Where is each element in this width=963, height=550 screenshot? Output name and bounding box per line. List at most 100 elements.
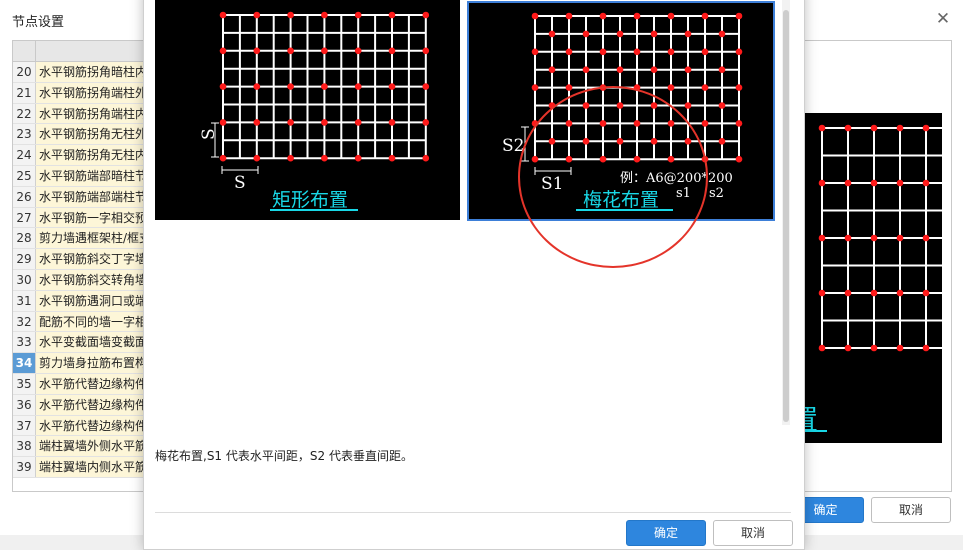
scrollbar-thumb[interactable] bbox=[783, 10, 789, 422]
tie-dot bbox=[548, 102, 556, 109]
tie-dot bbox=[548, 138, 556, 145]
tie-dot bbox=[718, 30, 726, 38]
row-label: 水平钢筋遇洞口或端 bbox=[36, 290, 153, 311]
table-row[interactable]: 25 水平钢筋端部暗柱节 bbox=[13, 165, 153, 187]
tie-dot bbox=[844, 289, 852, 297]
tie-dot bbox=[870, 179, 878, 187]
row-label: 水平钢筋拐角端柱外 bbox=[36, 82, 153, 103]
table-row[interactable]: 22 水平钢筋拐角端柱内 bbox=[13, 103, 153, 125]
tie-dot bbox=[321, 119, 328, 126]
table-row[interactable]: 34 剪力墙身拉筋布置构 bbox=[13, 353, 153, 374]
row-number: 36 bbox=[13, 394, 36, 415]
table-row[interactable]: 20 水平钢筋拐角暗柱内 bbox=[13, 62, 153, 83]
tie-dot bbox=[718, 138, 726, 145]
tie-dot bbox=[667, 48, 675, 56]
tie-dot bbox=[922, 344, 930, 352]
tie-dot bbox=[253, 119, 261, 126]
table-row[interactable]: 32 配筋不同的墙一字相 bbox=[13, 311, 153, 333]
table-row[interactable]: 37 水平筋代替边缘构件 bbox=[13, 415, 153, 437]
tie-dot bbox=[922, 124, 930, 132]
tie-dot bbox=[287, 83, 294, 90]
tie-dot bbox=[650, 138, 658, 145]
rect-caption-underline bbox=[270, 209, 358, 211]
table-row[interactable]: 23 水平钢筋拐角无柱外 bbox=[13, 124, 153, 146]
tie-dot bbox=[422, 11, 430, 19]
table-row[interactable]: 38 端柱翼墙外侧水平筋 bbox=[13, 436, 153, 458]
tie-dot bbox=[565, 155, 573, 163]
tie-dot bbox=[582, 138, 590, 145]
tie-dot bbox=[667, 84, 675, 91]
tie-dot bbox=[354, 47, 362, 55]
table-row[interactable]: 24 水平钢筋拐角无柱内 bbox=[13, 145, 153, 166]
table-row[interactable]: 33 水平变截面墙变截面 bbox=[13, 332, 153, 354]
tie-dot bbox=[735, 12, 743, 20]
example-spec: 例：A6@200*200 bbox=[620, 171, 733, 186]
tie-dot bbox=[896, 124, 904, 132]
row-number: 32 bbox=[13, 311, 36, 332]
row-label: 端柱翼墙外侧水平筋 bbox=[36, 436, 153, 457]
tie-dot bbox=[422, 119, 430, 126]
table-row[interactable]: 35 水平筋代替边缘构件 bbox=[13, 373, 153, 395]
row-label: 水平钢筋拐角无柱外 bbox=[36, 124, 153, 145]
row-number: 30 bbox=[13, 269, 36, 290]
tie-dot bbox=[844, 179, 852, 187]
tie-dot bbox=[718, 102, 726, 109]
tie-dot bbox=[870, 344, 878, 352]
tie-dot bbox=[667, 120, 675, 127]
tie-dot bbox=[922, 179, 930, 187]
tie-dot bbox=[684, 102, 692, 109]
tie-dot bbox=[844, 344, 852, 352]
close-icon[interactable]: ✕ bbox=[933, 9, 953, 29]
tie-dot bbox=[565, 12, 573, 20]
tie-dot bbox=[253, 47, 261, 55]
tie-dot bbox=[684, 138, 692, 145]
tie-dot bbox=[844, 124, 852, 132]
table-row[interactable]: 39 端柱翼墙内侧水平筋 bbox=[13, 457, 153, 478]
tie-dot bbox=[388, 119, 396, 126]
tie-dot bbox=[599, 48, 607, 56]
table-row[interactable]: 28 剪力墙遇框架柱/框支 bbox=[13, 228, 153, 250]
tie-dot bbox=[565, 48, 573, 56]
tie-dot bbox=[388, 11, 396, 19]
row-label: 配筋不同的墙一字相 bbox=[36, 311, 153, 332]
tie-dot bbox=[633, 48, 641, 56]
picker-cancel-button[interactable]: 取消 bbox=[713, 520, 793, 546]
tie-dot bbox=[599, 120, 607, 127]
table-row[interactable]: 31 水平钢筋遇洞口或端 bbox=[13, 290, 153, 312]
row-label: 水平钢筋斜交丁字墙 bbox=[36, 249, 153, 269]
row-label: 水平变截面墙变截面 bbox=[36, 332, 153, 353]
options-scrollbar[interactable] bbox=[782, 0, 790, 425]
row-label: 水平筋代替边缘构件 bbox=[36, 415, 153, 436]
tie-dot bbox=[548, 66, 556, 73]
rect-layout-caption: 矩形布置 bbox=[272, 189, 349, 211]
cancel-button[interactable]: 取消 bbox=[871, 497, 951, 523]
tie-dot bbox=[650, 30, 658, 38]
tie-dot bbox=[548, 30, 556, 38]
row-label: 水平钢筋拐角无柱内 bbox=[36, 145, 153, 165]
tie-dot bbox=[818, 344, 826, 352]
row-number: 24 bbox=[13, 145, 36, 165]
tie-dot bbox=[253, 154, 261, 162]
table-row[interactable]: 30 水平钢筋斜交转角墙 bbox=[13, 269, 153, 291]
row-label: 水平钢筋拐角暗柱内 bbox=[36, 62, 153, 82]
tie-dot bbox=[354, 83, 362, 90]
tie-dot bbox=[565, 120, 573, 127]
table-row[interactable]: 29 水平钢筋斜交丁字墙 bbox=[13, 249, 153, 270]
tie-dot bbox=[844, 234, 852, 242]
tie-dot bbox=[219, 11, 227, 19]
table-row[interactable]: 21 水平钢筋拐角端柱外 bbox=[13, 82, 153, 104]
row-number: 21 bbox=[13, 82, 36, 103]
tie-dot bbox=[422, 154, 430, 162]
tie-dot bbox=[287, 11, 294, 19]
table-header bbox=[13, 41, 153, 62]
row-label: 水平筋代替边缘构件 bbox=[36, 373, 153, 394]
tie-dot bbox=[388, 47, 396, 55]
row-number: 33 bbox=[13, 332, 36, 353]
table-row[interactable]: 36 水平筋代替边缘构件 bbox=[13, 394, 153, 416]
row-label: 水平钢筋斜交转角墙 bbox=[36, 269, 153, 290]
tie-dot bbox=[896, 289, 904, 297]
tie-dot bbox=[650, 66, 658, 73]
picker-ok-button[interactable]: 确定 bbox=[626, 520, 706, 546]
table-row[interactable]: 27 水平钢筋一字相交预 bbox=[13, 207, 153, 229]
table-row[interactable]: 26 水平钢筋端部端柱节 bbox=[13, 186, 153, 208]
